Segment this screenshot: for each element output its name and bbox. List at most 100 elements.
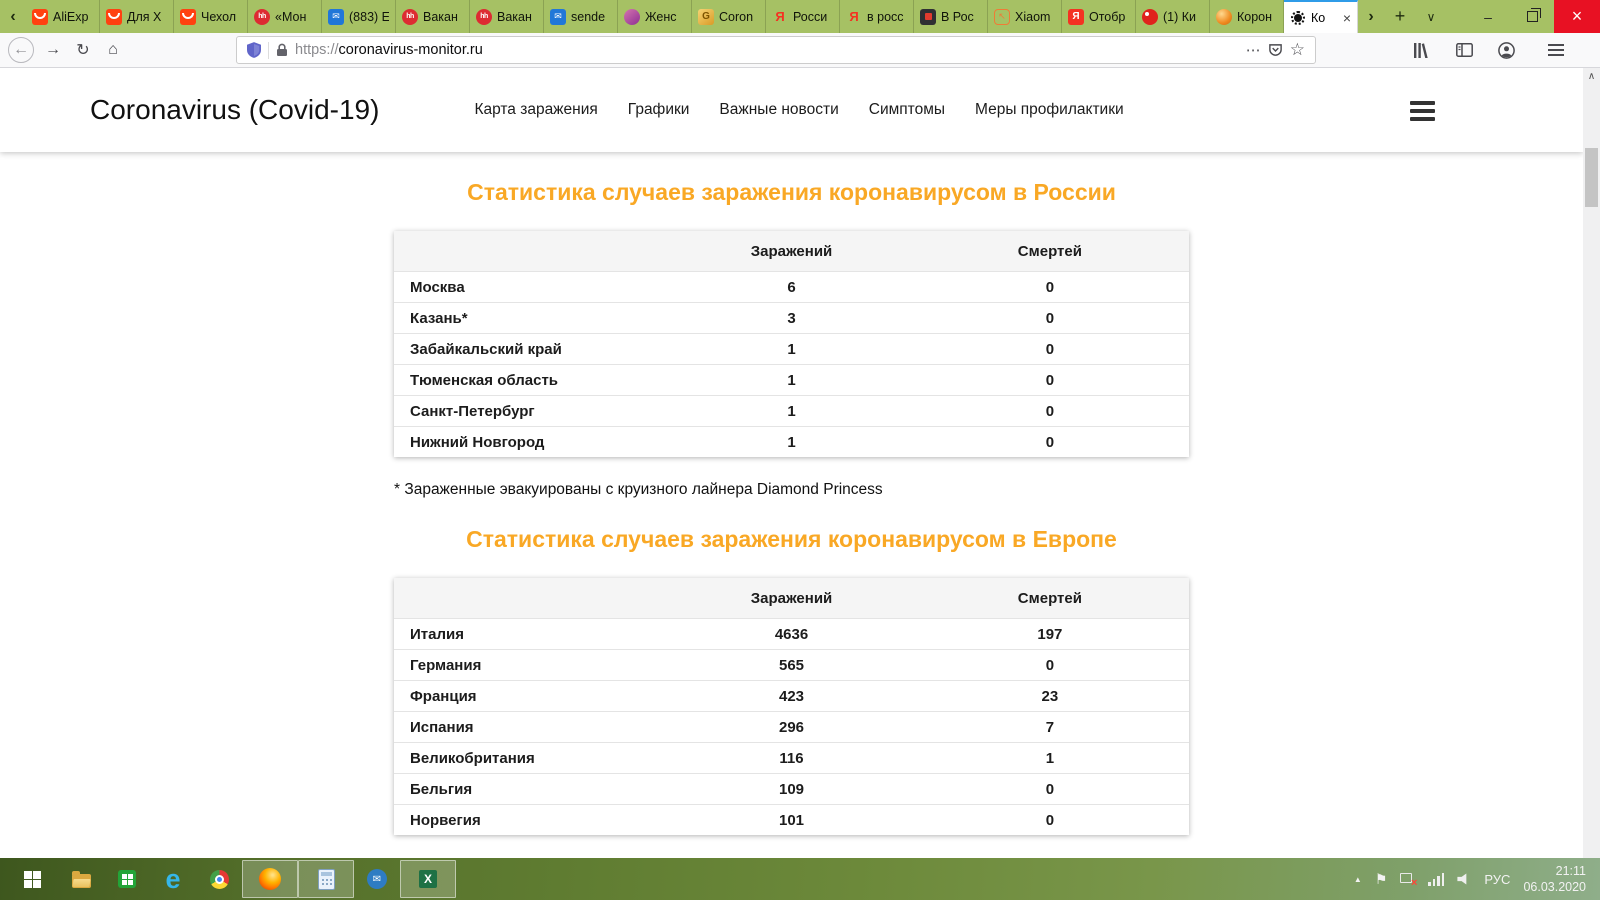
stats-table: ЗараженийСмертейИталия4636197Германия565… (394, 578, 1189, 835)
scroll-tabs-right-button[interactable]: › (1358, 0, 1384, 33)
action-center-flag-icon[interactable]: ⚑ (1375, 871, 1388, 888)
language-indicator[interactable]: РУС (1484, 872, 1510, 887)
url-bar[interactable]: https://coronavirus-monitor.ru ⋯ ☆ (236, 36, 1316, 64)
page-actions-icon[interactable]: ⋯ (1246, 41, 1261, 59)
tab-title: sende (571, 10, 605, 24)
scrollbar[interactable]: ∧ (1583, 68, 1600, 858)
thunderbird-icon: ✉ (367, 869, 387, 889)
list-all-tabs-button[interactable]: ∨ (1416, 0, 1446, 33)
url-text: https://coronavirus-monitor.ru (295, 42, 483, 58)
infected-cell: 1 (672, 372, 911, 389)
tab-title: AliExp (53, 10, 88, 24)
site-header: Coronavirus (Covid-19) Карта заражения Гр… (0, 68, 1583, 152)
divider (268, 42, 269, 59)
browser-tab[interactable]: ✉(883) Е (322, 0, 396, 33)
restore-button[interactable] (1510, 0, 1554, 33)
browser-tab[interactable]: Яв росс (840, 0, 914, 33)
account-icon[interactable] (1498, 42, 1515, 59)
infected-cell: 109 (672, 781, 911, 798)
deaths-cell: 0 (911, 657, 1189, 674)
minimize-button[interactable]: – (1466, 0, 1510, 33)
firefox-window: ‹ AliExpДля XЧехолhh«Мон✉(883) ЕhhВаканh… (0, 0, 1600, 900)
browser-tab[interactable]: ЯОтобр (1062, 0, 1136, 33)
scroll-tabs-left-button[interactable]: ‹ (0, 0, 26, 33)
start-button[interactable] (6, 860, 58, 898)
browser-tab[interactable]: Ко× (1284, 0, 1358, 33)
browser-tab[interactable]: Женс (618, 0, 692, 33)
thunderbird-button[interactable]: ✉ (354, 860, 400, 898)
pocket-icon[interactable] (1268, 43, 1283, 58)
site-logo[interactable]: Coronavirus (Covid-19) (90, 94, 379, 126)
scrollbar-up-icon[interactable]: ∧ (1583, 71, 1600, 82)
chevron-right-icon: › (1368, 8, 1373, 26)
hh-icon: hh (254, 9, 270, 25)
calculator-button[interactable] (298, 860, 354, 898)
close-tab-icon[interactable]: × (1343, 10, 1351, 26)
forward-button[interactable]: → (38, 41, 68, 59)
section-title: Статистика случаев заражения коронавирус… (0, 179, 1583, 206)
chrome-button[interactable] (196, 860, 242, 898)
nav-link[interactable]: Меры профилактики (975, 101, 1124, 119)
browser-tab[interactable]: Для X (100, 0, 174, 33)
sidebar-icon[interactable] (1456, 43, 1473, 57)
nav-link[interactable]: Важные новости (719, 101, 838, 119)
stats-table: ЗараженийСмертейМосква60Казань*30Забайка… (394, 231, 1189, 457)
volume-icon[interactable] (1457, 873, 1471, 885)
browser-tab[interactable]: GCoron (692, 0, 766, 33)
browser-tab[interactable]: hh «Мон (248, 0, 322, 33)
nav-link[interactable]: Карта заражения (474, 101, 597, 119)
firefox-button[interactable] (242, 860, 298, 898)
home-button[interactable]: ⌂ (98, 41, 128, 59)
browser-tab[interactable]: hhВакан (470, 0, 544, 33)
library-icon[interactable] (1414, 43, 1431, 58)
browser-tab[interactable]: ЯРосси (766, 0, 840, 33)
url-host: coronavirus-monitor.ru (339, 42, 483, 58)
browser-tab[interactable]: hhВакан (396, 0, 470, 33)
aliexpress-icon (106, 9, 122, 25)
browser-tab[interactable]: (1) Ки (1136, 0, 1210, 33)
tab-title: Для X (127, 10, 161, 24)
table-row: Казань*30 (394, 302, 1189, 333)
taskbar-apps: e ✉ X (6, 860, 456, 898)
tab-title: «Мон (275, 10, 306, 24)
browser-tab[interactable]: AliExp (26, 0, 100, 33)
site-menu-icon[interactable] (1410, 101, 1435, 105)
nav-link[interactable]: Графики (628, 101, 690, 119)
region-cell: Тюменская область (394, 372, 672, 389)
close-window-button[interactable]: × (1554, 0, 1600, 33)
new-tab-button[interactable]: + (1384, 0, 1416, 33)
menu-icon[interactable] (1548, 49, 1564, 51)
reload-button[interactable]: ↻ (68, 40, 98, 60)
browser-tab[interactable]: ✉sende (544, 0, 618, 33)
infected-cell: 565 (672, 657, 911, 674)
scrollbar-thumb[interactable] (1585, 148, 1598, 207)
region-cell: Нижний Новгород (394, 434, 672, 451)
back-button[interactable]: ← (8, 37, 34, 63)
tray-clock[interactable]: 21:11 06.03.2020 (1523, 863, 1586, 896)
internet-explorer-button[interactable]: e (150, 860, 196, 898)
table-footnote: * Зараженные эвакуированы с круизного ла… (394, 481, 1189, 499)
bookmark-star-icon[interactable]: ☆ (1290, 40, 1305, 60)
nav-link[interactable]: Симптомы (869, 101, 945, 119)
browser-tab[interactable]: Корон (1210, 0, 1284, 33)
show-hidden-icons-icon[interactable]: ▲ (1354, 875, 1362, 884)
signal-strength-icon[interactable] (1428, 873, 1444, 886)
windows-store-button[interactable] (104, 860, 150, 898)
deaths-cell: 0 (911, 781, 1189, 798)
tracking-protection-shield-icon[interactable] (247, 42, 261, 58)
tab-title: (883) Е (349, 10, 389, 24)
infected-cell: 3 (672, 310, 911, 327)
file-explorer-button[interactable] (58, 860, 104, 898)
browser-tab[interactable]: В Рос (914, 0, 988, 33)
browser-tab[interactable]: ↖Xiaom (988, 0, 1062, 33)
table-row: Германия5650 (394, 649, 1189, 680)
deaths-cell: 1 (911, 750, 1189, 767)
browser-tab[interactable]: Чехол (174, 0, 248, 33)
deaths-cell: 0 (911, 341, 1189, 358)
tab-list: AliExpДля XЧехолhh«Мон✉(883) ЕhhВаканhhВ… (26, 0, 1358, 33)
deaths-col-header: Смертей (911, 590, 1189, 607)
excel-button[interactable]: X (400, 860, 456, 898)
internet-explorer-icon: e (165, 866, 180, 893)
lock-icon[interactable] (276, 43, 288, 57)
network-disconnected-icon[interactable]: × (1400, 873, 1415, 886)
